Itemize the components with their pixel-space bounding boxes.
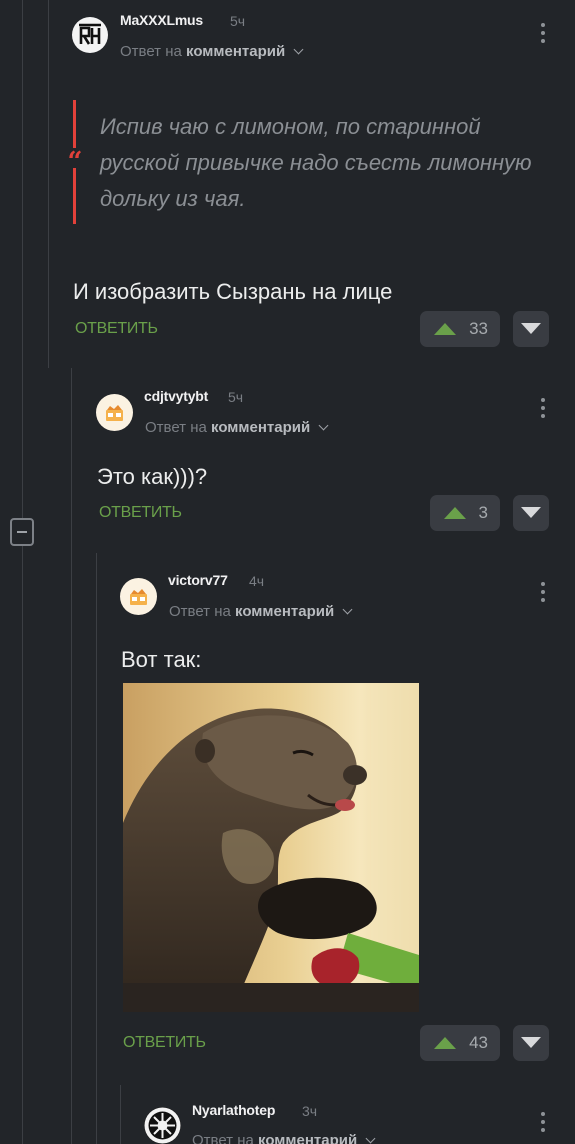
downvote-arrow-icon — [521, 507, 541, 518]
upvote-button[interactable]: 43 — [420, 1025, 500, 1061]
avatar[interactable] — [144, 1107, 181, 1144]
reply-to-prefix: Ответ на — [120, 43, 182, 60]
reply-to-prefix: Ответ на — [169, 603, 231, 620]
thread-line — [71, 368, 72, 1144]
avatar[interactable] — [96, 394, 133, 431]
default-avatar-icon — [96, 394, 133, 431]
reply-to-target: комментарий — [211, 419, 311, 436]
avatar[interactable] — [72, 17, 108, 53]
quote-mark-icon: “ — [64, 148, 86, 176]
reply-to-link[interactable]: Ответ на комментарий — [120, 43, 304, 60]
reply-button[interactable]: ОТВЕТИТЬ — [75, 320, 158, 338]
default-avatar-icon — [120, 578, 157, 615]
avatar-emblem-icon — [144, 1107, 181, 1144]
reply-to-link[interactable]: Ответ на комментарий — [192, 1132, 376, 1144]
comment-time: 4ч — [249, 573, 265, 589]
thread-line — [22, 0, 23, 518]
chevron-down-icon — [365, 1133, 376, 1144]
reply-to-prefix: Ответ на — [145, 419, 207, 436]
kebab-menu-icon[interactable] — [540, 582, 546, 604]
reply-to-link[interactable]: Ответ на комментарий — [145, 419, 329, 436]
reply-to-prefix: Ответ на — [192, 1132, 254, 1144]
downvote-button[interactable] — [513, 311, 549, 347]
collapse-thread-button[interactable] — [10, 518, 34, 546]
reply-button[interactable]: ОТВЕТИТЬ — [99, 504, 182, 522]
upvote-arrow-icon — [434, 323, 456, 335]
downvote-arrow-icon — [521, 1037, 541, 1048]
rating-count: 43 — [469, 1033, 488, 1052]
author-name[interactable]: MaXXXLmus — [120, 12, 203, 28]
reply-button[interactable]: ОТВЕТИТЬ — [123, 1034, 206, 1052]
kebab-menu-icon[interactable] — [540, 1112, 546, 1134]
author-name[interactable]: cdjtvytybt — [144, 388, 208, 404]
rating-count: 3 — [478, 503, 488, 522]
comment-body: И изобразить Сызрань на лице — [73, 279, 393, 304]
thread-line — [96, 553, 97, 1144]
upvote-arrow-icon — [434, 1037, 456, 1049]
comment-time: 5ч — [230, 13, 246, 29]
thread-line — [48, 0, 49, 368]
kebab-menu-icon[interactable] — [540, 23, 546, 45]
avatar-logo-icon — [73, 18, 107, 52]
reply-to-link[interactable]: Ответ на комментарий — [169, 603, 353, 620]
otter-photo — [123, 683, 419, 1012]
reply-to-target: комментарий — [235, 603, 335, 620]
thread-line — [22, 546, 23, 1144]
author-name[interactable]: victorv77 — [168, 572, 228, 588]
author-name[interactable]: Nyarlathotep — [192, 1102, 275, 1118]
upvote-button[interactable]: 33 — [420, 311, 500, 347]
comment-body: Это как)))? — [97, 464, 208, 489]
quoted-text: Испив чаю с лимоном, по старинной русско… — [100, 114, 532, 211]
chevron-down-icon — [342, 604, 353, 615]
comment-time: 5ч — [228, 389, 244, 405]
comment-image[interactable] — [123, 683, 419, 1012]
upvote-button[interactable]: 3 — [430, 495, 500, 531]
downvote-arrow-icon — [521, 323, 541, 334]
rating-count: 33 — [469, 319, 488, 338]
comment-thread: MaXXXLmus 5ч Ответ на комментарий “ Испи… — [0, 0, 575, 1144]
avatar[interactable] — [120, 578, 157, 615]
thread-line — [120, 1085, 121, 1144]
chevron-down-icon — [318, 420, 329, 431]
upvote-arrow-icon — [444, 507, 466, 519]
reply-to-target: комментарий — [186, 43, 286, 60]
comment-body: Вот так: — [121, 647, 202, 672]
reply-to-target: комментарий — [258, 1132, 358, 1144]
comment-time: 3ч — [302, 1103, 318, 1119]
kebab-menu-icon[interactable] — [540, 398, 546, 420]
downvote-button[interactable] — [513, 1025, 549, 1061]
chevron-down-icon — [293, 44, 304, 55]
downvote-button[interactable] — [513, 495, 549, 531]
